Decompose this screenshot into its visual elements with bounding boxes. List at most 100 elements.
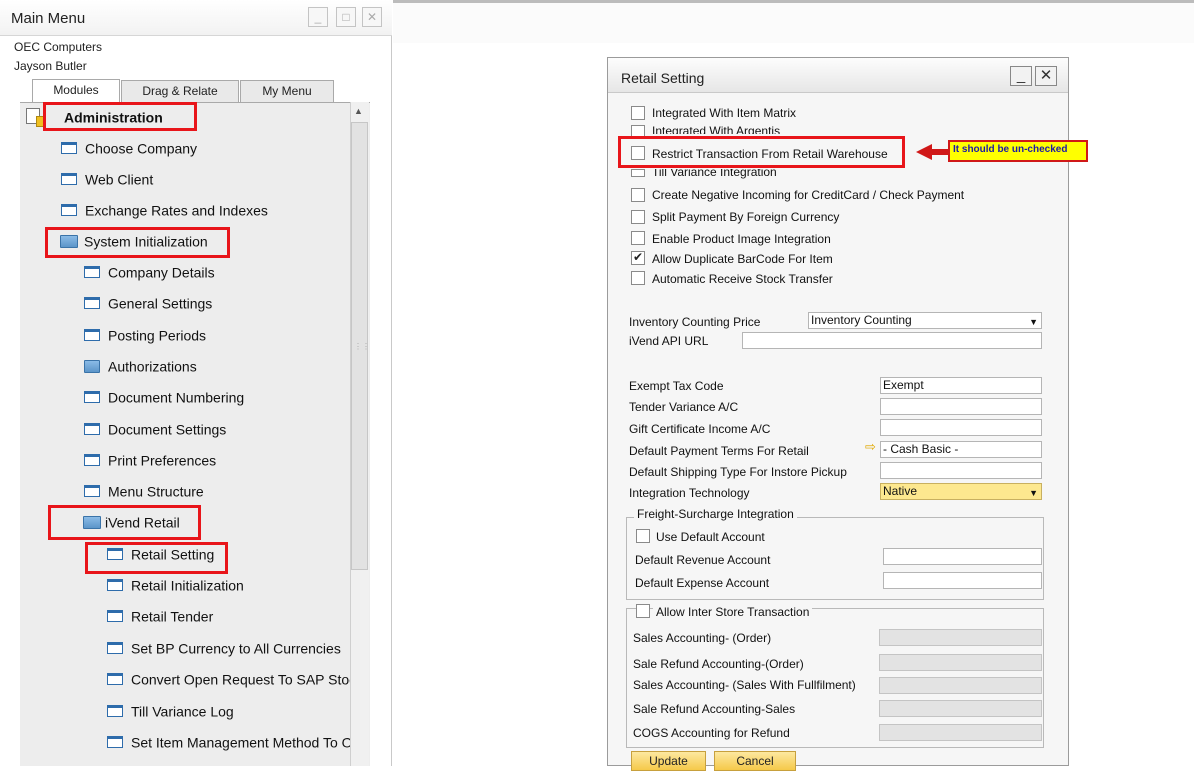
default-expense-label: Default Expense Account (635, 576, 770, 590)
highlight-restrict-transaction (618, 136, 905, 168)
menu-item-till-variance-log[interactable]: Till Variance Log (107, 702, 234, 722)
close-icon[interactable]: ✕ (362, 7, 382, 27)
menu-item-document-numbering[interactable]: Document Numbering (84, 388, 244, 408)
checkbox-receive-stock-transfer[interactable] (631, 271, 645, 285)
payment-terms-input[interactable]: - Cash Basic - (880, 441, 1042, 458)
menu-item-exchange-rates[interactable]: Exchange Rates and Indexes (61, 201, 268, 221)
dialog-close-icon[interactable]: ✕ (1035, 66, 1057, 86)
menu-item-label: Exchange Rates and Indexes (85, 202, 268, 219)
highlight-system-initialization (45, 227, 230, 258)
tab-modules[interactable]: Modules (32, 79, 120, 103)
window-icon (61, 173, 77, 186)
menu-item-choose-company[interactable]: Choose Company (61, 139, 197, 159)
menu-item-set-bp-currency[interactable]: Set BP Currency to All Currencies (107, 639, 341, 659)
checkbox-label: Enable Product Image Integration (652, 232, 831, 246)
menu-item-label: Set BP Currency to All Currencies (131, 640, 341, 657)
tender-variance-input[interactable] (880, 398, 1042, 415)
menu-item-menu-structure[interactable]: Menu Structure (84, 482, 204, 502)
checkbox-inter-store[interactable] (636, 604, 650, 618)
default-revenue-input[interactable] (883, 548, 1042, 565)
menu-item-general-settings[interactable]: General Settings (84, 294, 212, 314)
menu-item-label: Set Item Management Method To On Every T… (131, 734, 350, 751)
window-icon (61, 142, 77, 155)
window-icon (84, 485, 100, 498)
main-menu-window: Main Menu _ □ ✕ OEC Computers Jayson But… (0, 0, 392, 766)
retail-setting-dialog: Retail Setting _ ✕ Integrated With Item … (607, 57, 1069, 771)
integration-technology-label: Integration Technology (629, 486, 750, 500)
chevron-down-icon: ▼ (1029, 488, 1038, 498)
menu-item-document-settings[interactable]: Document Settings (84, 420, 226, 440)
menu-item-retail-tender[interactable]: Retail Tender (107, 607, 213, 627)
use-default-account-label: Use Default Account (656, 530, 765, 544)
window-icon (61, 204, 77, 217)
window-icon (84, 423, 100, 436)
menu-item-retail-initialization[interactable]: Retail Initialization (107, 576, 244, 596)
sale-refund-order-label: Sale Refund Accounting-(Order) (633, 657, 804, 671)
checkbox-split-payment[interactable] (631, 210, 645, 224)
menu-item-print-preferences[interactable]: Print Preferences (84, 451, 216, 471)
tab-my-menu[interactable]: My Menu (240, 80, 334, 102)
minimize-icon[interactable]: _ (308, 7, 328, 27)
checkbox-duplicate-barcode[interactable] (631, 250, 645, 265)
sale-refund-sales-input[interactable] (879, 700, 1042, 717)
window-icon (107, 579, 123, 592)
grip-icon: ⋮⋮ (354, 342, 370, 351)
dialog-minimize-icon[interactable]: _ (1010, 66, 1032, 86)
menu-item-label: Print Preferences (108, 452, 217, 469)
menu-item-label: Posting Periods (108, 327, 207, 344)
select-value: Inventory Counting (811, 313, 912, 327)
default-expense-input[interactable] (883, 572, 1042, 589)
window-icon (107, 673, 123, 686)
cancel-button[interactable]: Cancel (714, 751, 796, 771)
maximize-icon[interactable]: □ (336, 7, 356, 27)
folder-icon (84, 359, 100, 373)
inventory-counting-price-label: Inventory Counting Price (629, 315, 761, 329)
main-menu-titlebar: Main Menu _ □ ✕ (0, 0, 392, 36)
exempt-tax-code-label: Exempt Tax Code (629, 379, 724, 393)
sales-accounting-order-input[interactable] (879, 629, 1042, 646)
window-icon (84, 297, 100, 310)
payment-terms-label: Default Payment Terms For Retail (629, 444, 809, 458)
inventory-counting-price-select[interactable]: Inventory Counting ▼ (808, 312, 1042, 329)
integration-technology-select[interactable]: Native ▼ (880, 483, 1042, 500)
sales-accounting-order-label: Sales Accounting- (Order) (633, 631, 772, 645)
menu-item-web-client[interactable]: Web Client (61, 170, 153, 190)
main-menu-title: Main Menu (11, 10, 86, 27)
freight-surcharge-title: Freight-Surcharge Integration (634, 507, 797, 521)
menu-item-convert-open-request[interactable]: Convert Open Request To SAP Stock Transf… (107, 670, 350, 690)
checkbox-label: Till Variance Integration (652, 169, 777, 179)
inter-store-label: Allow Inter Store Transaction (653, 605, 813, 619)
sales-fullfilment-label: Sales Accounting- (Sales With Fullfilmen… (633, 678, 856, 692)
checkbox-negative-incoming[interactable] (631, 188, 645, 202)
checkbox-till-variance[interactable] (631, 169, 645, 177)
menu-item-label: Authorizations (108, 358, 197, 375)
gift-certificate-input[interactable] (880, 419, 1042, 436)
default-revenue-label: Default Revenue Account (635, 553, 771, 567)
tab-drag-relate[interactable]: Drag & Relate (121, 80, 239, 102)
checkbox-label: Create Negative Incoming for CreditCard … (652, 188, 965, 202)
menu-item-company-details[interactable]: Company Details (84, 263, 215, 283)
shipping-type-label: Default Shipping Type For Instore Pickup (629, 465, 847, 479)
cogs-refund-input[interactable] (879, 724, 1042, 741)
ivend-api-url-input[interactable] (742, 332, 1042, 349)
window-icon (107, 736, 123, 749)
sales-fullfilment-input[interactable] (879, 677, 1042, 694)
shipping-type-input[interactable] (880, 462, 1042, 479)
menu-item-authorizations[interactable]: Authorizations (84, 357, 197, 377)
menu-item-set-item-management[interactable]: Set Item Management Method To On Every T… (107, 733, 350, 753)
checkbox-item-matrix[interactable] (631, 106, 645, 120)
menu-item-posting-periods[interactable]: Posting Periods (84, 326, 206, 346)
menu-item-label: Document Settings (108, 421, 227, 438)
link-arrow-icon[interactable]: ⇨ (865, 439, 876, 455)
checkbox-use-default-account[interactable] (636, 529, 650, 543)
scroll-up-icon[interactable]: ▲ (354, 106, 363, 116)
highlight-retail-setting (85, 542, 228, 574)
sale-refund-order-input[interactable] (879, 654, 1042, 671)
window-icon (107, 642, 123, 655)
exempt-tax-code-input[interactable]: Exempt (880, 377, 1042, 394)
menu-item-label: Company Details (108, 264, 215, 281)
window-icon (84, 454, 100, 467)
cogs-refund-label: COGS Accounting for Refund (633, 726, 790, 740)
update-button[interactable]: Update (631, 751, 706, 771)
checkbox-product-image[interactable] (631, 231, 645, 245)
